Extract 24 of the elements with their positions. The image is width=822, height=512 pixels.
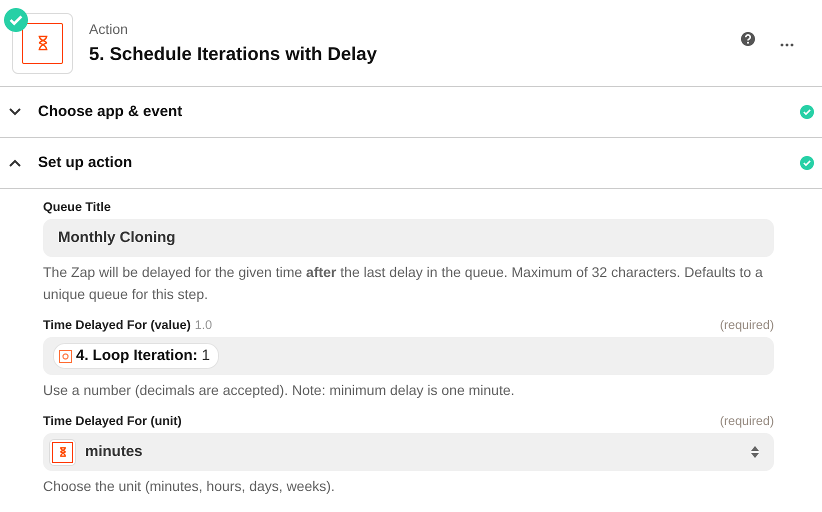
chevron-icon — [8, 158, 22, 168]
step-type-label: Action — [89, 20, 129, 39]
field-label: Queue Title — [43, 199, 111, 215]
hourglass-icon — [52, 442, 73, 462]
more-icon — [780, 43, 794, 47]
help-text: Choose the unit (minutes, hours, days, weeks). — [43, 477, 336, 496]
field-label: Time Delayed For (value) — [43, 317, 191, 333]
field-hint: 1.0 — [194, 317, 212, 333]
field-label: Time Delayed For (unit) — [43, 413, 182, 429]
input-field[interactable]: 4. Loop Iteration: 1 — [43, 337, 774, 375]
step-title: 5. Schedule Iterations with Delay — [89, 42, 378, 66]
help-text: The Zap will be delayed for the given time after the last delay in the queue. Maximum of 32 characters. Defaults to a unique queue for this step. — [43, 263, 764, 304]
input-field[interactable]: minutes — [43, 433, 774, 471]
section-header[interactable]: Choose app & event — [8, 100, 800, 124]
section-header[interactable]: Set up action — [8, 152, 800, 174]
help-icon — [740, 31, 756, 47]
help-text: Use a number (decimals are accepted). Note: minimum delay is one minute. — [43, 381, 516, 400]
chevron-icon — [8, 107, 22, 117]
sort-icon — [750, 445, 760, 459]
required-label: (required) — [720, 317, 774, 333]
input-field[interactable]: Monthly Cloning — [43, 219, 774, 257]
loop-icon — [59, 350, 72, 362]
required-label: (required) — [720, 413, 774, 429]
data-pill[interactable]: 4. Loop Iteration: 1 — [53, 342, 220, 370]
